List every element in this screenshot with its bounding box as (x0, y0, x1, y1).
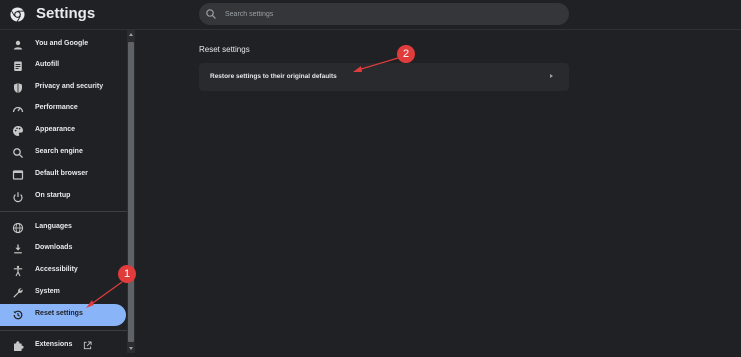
history-icon (13, 310, 23, 320)
sidebar-item-default-browser[interactable]: Default browser (0, 164, 126, 186)
sidebar-divider (0, 330, 127, 331)
search-icon (13, 148, 24, 159)
restore-defaults-row[interactable]: Restore settings to their original defau… (199, 63, 569, 91)
section-title: Reset settings (199, 45, 250, 54)
wrench-icon (13, 288, 23, 298)
reset-settings-card: Restore settings to their original defau… (199, 63, 569, 91)
sidebar-divider (0, 211, 127, 212)
search-input[interactable] (223, 4, 553, 24)
power-icon (13, 192, 23, 203)
sidebar-item-label: Autofill (35, 61, 60, 68)
annotation-badge-1: 1 (118, 265, 136, 283)
sidebar: You and Google Autofill Privacy and secu… (0, 30, 127, 353)
puzzle-icon (14, 341, 24, 351)
sidebar-item-languages[interactable]: Languages (0, 217, 126, 239)
annotation-badge-2: 2 (397, 45, 415, 63)
sidebar-item-label: Search engine (35, 148, 83, 155)
chevron-right-icon (550, 74, 553, 78)
browser-window-icon (12, 170, 24, 180)
external-link-icon (83, 341, 92, 350)
page-title: Settings (36, 5, 96, 22)
sidebar-item-appearance[interactable]: Appearance (0, 120, 126, 142)
accessibility-icon (13, 265, 23, 277)
sidebar-item-system[interactable]: System (0, 282, 126, 304)
browser-logo-icon (10, 7, 25, 22)
sidebar-item-label: On startup (35, 192, 71, 199)
sidebar-scrollbar[interactable] (127, 30, 135, 353)
sidebar-item-downloads[interactable]: Downloads (0, 238, 126, 260)
sidebar-item-accessibility[interactable]: Accessibility (0, 260, 126, 282)
search-icon (206, 9, 216, 19)
globe-icon (12, 222, 24, 234)
sidebar-item-label: Performance (35, 104, 78, 111)
sidebar-item-label: Languages (35, 223, 72, 230)
sidebar-item-extensions[interactable]: Extensions (0, 335, 126, 357)
speedometer-icon (12, 106, 24, 113)
palette-icon (13, 126, 23, 136)
sidebar-item-on-startup[interactable]: On startup (0, 186, 126, 208)
sidebar-item-autofill[interactable]: Autofill (0, 55, 126, 77)
sidebar-item-label: Downloads (35, 244, 73, 251)
shield-icon (14, 83, 22, 93)
sidebar-item-label: Appearance (35, 126, 76, 133)
sidebar-item-label: Extensions (35, 341, 73, 348)
restore-defaults-label: Restore settings to their original defau… (210, 73, 337, 80)
sidebar-item-performance[interactable]: Performance (0, 98, 126, 120)
scroll-down-arrow-icon[interactable] (129, 347, 133, 350)
clipboard-icon (14, 61, 22, 71)
scroll-up-arrow-icon[interactable] (129, 33, 133, 36)
search-box[interactable] (199, 3, 569, 25)
top-bar: Settings (0, 0, 741, 30)
scrollbar-thumb[interactable] (128, 42, 134, 342)
sidebar-item-label: System (35, 288, 60, 295)
sidebar-item-privacy-and-security[interactable]: Privacy and security (0, 77, 126, 99)
sidebar-item-search-engine[interactable]: Search engine (0, 142, 126, 164)
sidebar-item-label: Accessibility (35, 266, 78, 273)
sidebar-item-label: You and Google (35, 40, 89, 47)
sidebar-item-label: Reset settings (35, 310, 83, 317)
download-icon (14, 244, 22, 254)
sidebar-item-reset-settings[interactable]: Reset settings (0, 304, 126, 326)
sidebar-item-label: Privacy and security (35, 83, 104, 90)
sidebar-item-label: Default browser (35, 170, 88, 177)
sidebar-item-you-and-google[interactable]: You and Google (0, 34, 126, 56)
person-icon (13, 40, 23, 50)
